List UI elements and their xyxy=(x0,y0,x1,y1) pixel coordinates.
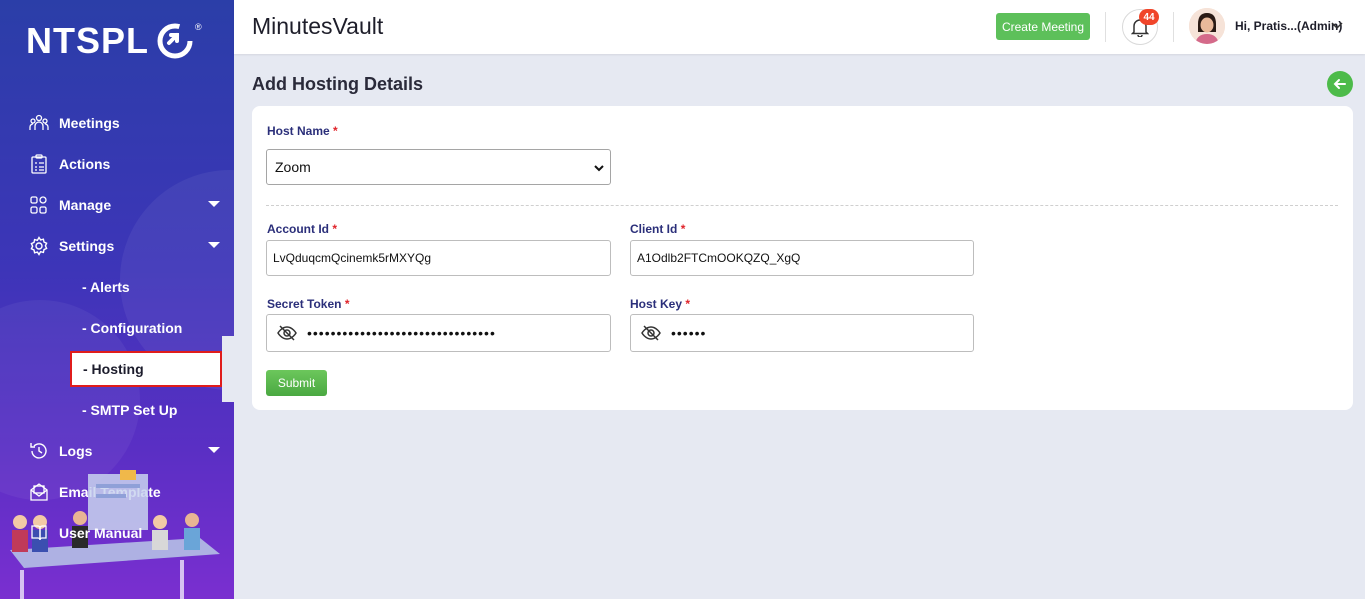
label-text: Account Id xyxy=(267,222,329,236)
host-name-value: Zoom xyxy=(275,159,311,175)
sidebar: NTSPL ® Meetings Actions Manage Settings… xyxy=(0,0,234,599)
required-mark: * xyxy=(685,297,691,311)
eye-off-icon[interactable] xyxy=(277,324,297,342)
sidebar-subitem-configuration[interactable]: - Configuration xyxy=(0,307,234,348)
required-mark: * xyxy=(680,222,686,236)
active-tab-notch xyxy=(222,336,234,402)
host-name-select[interactable]: Zoom xyxy=(266,149,611,185)
label-text: Secret Token xyxy=(267,297,342,311)
sidebar-item-label: Actions xyxy=(59,155,111,172)
registered-mark: ® xyxy=(195,22,202,32)
required-mark: * xyxy=(333,124,338,138)
account-id-label: Account Id * xyxy=(267,222,337,236)
brand-name: NTSPL xyxy=(26,20,150,61)
host-name-label: Host Name * xyxy=(267,124,338,138)
history-icon xyxy=(29,441,49,461)
sidebar-subitem-smtp[interactable]: - SMTP Set Up xyxy=(0,389,234,430)
create-meeting-button[interactable]: Create Meeting xyxy=(996,13,1090,40)
notification-count-badge: 44 xyxy=(1139,9,1159,25)
sidebar-item-logs[interactable]: Logs xyxy=(0,430,234,471)
sidebar-item-label: Logs xyxy=(59,442,93,459)
header-divider xyxy=(1173,12,1174,42)
required-mark: * xyxy=(344,297,350,311)
chevron-down-icon xyxy=(208,201,220,207)
header-divider xyxy=(1105,12,1106,42)
sidebar-item-label: Settings xyxy=(59,237,115,254)
user-menu-label[interactable]: Hi, Pratis...(Admin) xyxy=(1235,19,1342,33)
host-key-field[interactable]: •••••• xyxy=(630,314,974,352)
sidebar-subitem-hosting[interactable]: - Hosting xyxy=(70,351,222,387)
hosting-form-card: Host Name * Zoom Account Id * LvQduqcmQc… xyxy=(252,106,1353,410)
label-text: Client Id xyxy=(630,222,678,236)
host-key-label: Host Key * xyxy=(630,297,690,311)
back-button[interactable] xyxy=(1327,71,1353,97)
sidebar-item-label: Manage xyxy=(59,196,112,213)
client-id-label: Client Id * xyxy=(630,222,685,236)
sidebar-item-label: Meetings xyxy=(59,114,120,131)
sidebar-item-settings[interactable]: Settings xyxy=(0,225,234,266)
avatar[interactable] xyxy=(1189,8,1225,44)
account-id-value: LvQduqcmQcinemk5rMXYQg xyxy=(273,251,432,265)
clipboard-icon xyxy=(29,153,49,174)
brand-logo[interactable]: NTSPL ® xyxy=(26,20,202,62)
chevron-down-icon[interactable] xyxy=(1330,18,1344,32)
host-key-value: •••••• xyxy=(671,325,707,341)
sidebar-item-actions[interactable]: Actions xyxy=(0,143,234,184)
sidebar-item-user-manual[interactable]: User Manual xyxy=(0,512,234,553)
eye-off-icon[interactable] xyxy=(641,324,661,342)
required-mark: * xyxy=(332,222,338,236)
chevron-down-icon xyxy=(208,242,220,248)
client-id-field[interactable]: A1Odlb2FTCmOOKQZQ_XgQ xyxy=(630,240,974,276)
sidebar-subitem-alerts[interactable]: - Alerts xyxy=(0,266,234,307)
label-text: Host Name xyxy=(267,124,330,138)
secret-token-label: Secret Token * xyxy=(267,297,350,311)
arrow-left-icon xyxy=(1333,79,1346,89)
account-id-field[interactable]: LvQduqcmQcinemk5rMXYQg xyxy=(266,240,611,276)
secret-token-field[interactable]: •••••••••••••••••••••••••••••••• xyxy=(266,314,611,352)
submit-button[interactable]: Submit xyxy=(266,370,327,396)
secret-token-value: •••••••••••••••••••••••••••••••• xyxy=(307,325,496,341)
label-text: Host Key xyxy=(630,297,683,311)
chevron-down-icon xyxy=(594,165,604,172)
sidebar-item-manage[interactable]: Manage xyxy=(0,184,234,225)
logo-mark-icon xyxy=(157,23,193,59)
gear-icon xyxy=(29,235,49,256)
sidebar-item-label: User Manual xyxy=(59,524,143,541)
client-id-value: A1Odlb2FTCmOOKQZQ_XgQ xyxy=(637,251,801,265)
user-avatar-icon xyxy=(1189,8,1225,44)
book-icon xyxy=(29,523,49,543)
app-title: MinutesVault xyxy=(252,13,384,39)
meetings-icon xyxy=(29,113,49,133)
sidebar-item-meetings[interactable]: Meetings xyxy=(0,102,234,143)
top-header: MinutesVault Create Meeting 44 Hi, Prati… xyxy=(234,0,1365,54)
grid-icon xyxy=(29,195,49,215)
chevron-down-icon xyxy=(208,447,220,453)
page-title: Add Hosting Details xyxy=(252,74,424,94)
section-divider xyxy=(266,205,1338,206)
